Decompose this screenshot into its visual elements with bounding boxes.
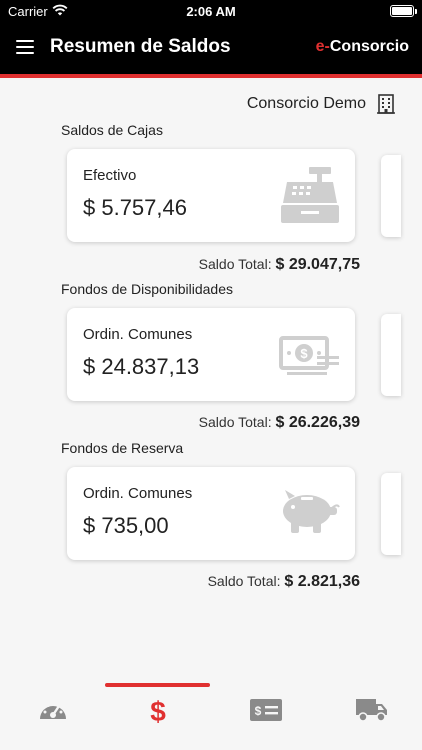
total-label: Saldo Total: (198, 256, 272, 272)
tab-dashboard[interactable] (0, 683, 105, 750)
card-peek-next[interactable] (381, 473, 401, 555)
card-reserva[interactable]: Ordin. Comunes $ 735,00 (67, 467, 355, 560)
money-bill-icon: $ (279, 336, 339, 375)
total-label: Saldo Total: (198, 414, 272, 430)
card-label: Efectivo (83, 167, 137, 184)
check-icon: $ (250, 699, 282, 721)
building-icon[interactable] (377, 94, 395, 114)
section-title-disponibilidades: Fondos de Disponibilidades (61, 281, 233, 297)
consorcio-name[interactable]: Consorcio Demo (247, 95, 366, 113)
card-peek-next[interactable] (381, 314, 401, 396)
tab-proveedores[interactable] (315, 683, 420, 750)
total-disponibilidades: Saldo Total: $ 26.226,39 (199, 414, 360, 432)
status-bar: Carrier 2:06 AM (0, 0, 422, 24)
battery-icon (390, 5, 417, 17)
menu-icon[interactable] (16, 40, 34, 54)
section-title-reserva: Fondos de Reserva (61, 440, 184, 456)
svg-text:$: $ (150, 696, 166, 725)
card-value: $ 735,00 (83, 513, 169, 538)
card-value: $ 24.837,13 (83, 354, 200, 379)
card-peek-next[interactable] (381, 155, 401, 237)
truck-icon (356, 699, 387, 722)
dashboard-icon (40, 701, 66, 719)
nav-bar: Resumen de Saldos e-Consorcio (0, 24, 422, 78)
total-value: $ 2.821,36 (284, 573, 360, 590)
dollar-icon: $ (150, 696, 166, 725)
cash-register-icon (281, 167, 339, 223)
tab-saldos[interactable]: $ (105, 683, 210, 750)
card-label: Ordin. Comunes (83, 485, 193, 502)
tab-cheques[interactable]: $ (210, 683, 315, 750)
page-title: Resumen de Saldos (50, 36, 231, 57)
clock: 2:06 AM (186, 4, 236, 19)
logo-prefix: e- (315, 38, 330, 55)
card-disponibilidades[interactable]: Ordin. Comunes $ 24.837,13 $ (67, 308, 355, 401)
card-value: $ 5.757,46 (83, 195, 187, 220)
total-value: $ 26.226,39 (275, 414, 360, 431)
section-title-cajas: Saldos de Cajas (61, 122, 163, 138)
card-efectivo[interactable]: Efectivo $ 5.757,46 (67, 149, 355, 242)
total-cajas: Saldo Total: $ 29.047,75 (199, 256, 360, 274)
svg-text:$: $ (300, 346, 308, 361)
app-logo: e-Consorcio (316, 38, 409, 56)
total-reserva: Saldo Total: $ 2.821,36 (208, 573, 360, 591)
card-label: Ordin. Comunes (83, 326, 193, 343)
tab-bar: $ $ (0, 683, 422, 750)
logo-name: Consorcio (329, 38, 409, 55)
header-accent-line (0, 74, 422, 78)
total-value: $ 29.047,75 (275, 256, 360, 273)
total-label: Saldo Total: (207, 573, 281, 589)
svg-text:$: $ (255, 704, 262, 718)
piggy-bank-icon (283, 490, 340, 533)
active-tab-indicator (105, 683, 210, 687)
